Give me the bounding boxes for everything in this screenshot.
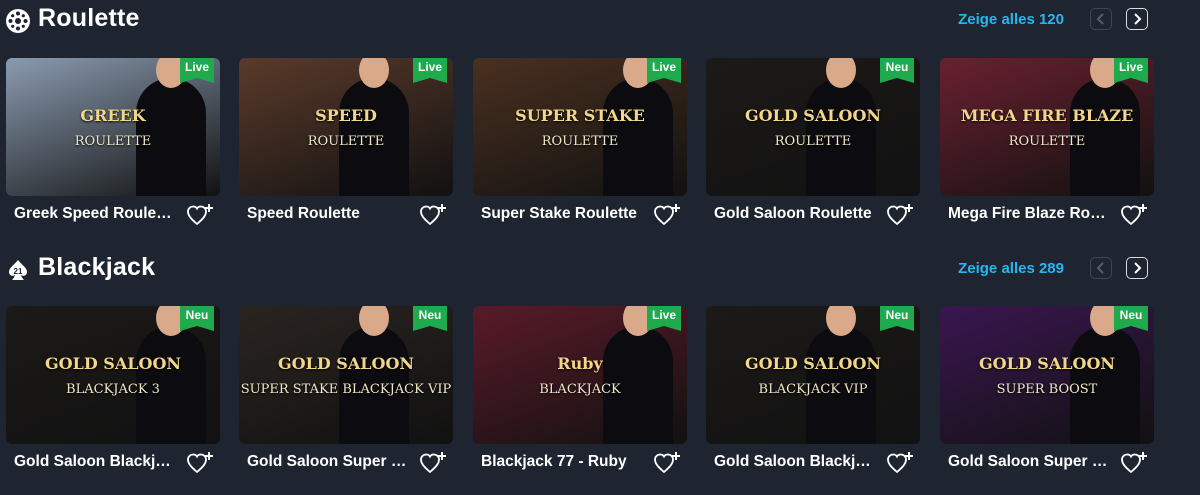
add-favorite-icon[interactable] — [653, 450, 683, 476]
game-thumbnail[interactable]: GREEK ROULETTE Live — [6, 58, 220, 196]
game-title[interactable]: Blackjack 77 - Ruby — [481, 453, 641, 471]
game-card[interactable]: MEGA FIRE BLAZE ROULETTE Live Mega Fire Bla… — [940, 58, 1154, 226]
game-card[interactable]: GREEK ROULETTE Live Greek Speed Roulette — [6, 58, 220, 226]
game-logo-subtext: ROULETTE — [1008, 134, 1086, 149]
game-logo-subtext: BLACKJACK 3 — [66, 382, 160, 397]
add-favorite-icon[interactable] — [886, 450, 916, 476]
live-badge: Live — [647, 306, 681, 331]
roulette-icon — [6, 9, 30, 33]
game-card[interactable]: Ruby BLACKJACK Live Blackjack 77 - Ruby — [473, 306, 687, 474]
game-logo-subtext: ROULETTE — [307, 134, 385, 149]
add-favorite-icon[interactable] — [653, 202, 683, 228]
dealer-head — [826, 306, 856, 336]
game-thumbnail[interactable]: GOLD SALOON BLACKJACK 3 Neu — [6, 306, 220, 444]
game-title[interactable]: Speed Roulette — [247, 205, 407, 223]
game-logo-subtext: SUPER BOOST — [996, 382, 1098, 397]
game-title[interactable]: Gold Saloon Roulette — [714, 205, 874, 223]
game-thumbnail[interactable]: SPEED ROULETTE Live — [239, 58, 453, 196]
game-card[interactable]: GOLD SALOON SUPER BOOST Neu Gold Saloon Sup… — [940, 306, 1154, 474]
game-logo-subtext: BLACKJACK VIP — [758, 382, 868, 397]
game-logo-subtext: ROULETTE — [774, 134, 852, 149]
game-logo-text: GOLD SALOON — [44, 354, 181, 373]
new-badge: Neu — [180, 306, 214, 331]
next-button[interactable] — [1126, 8, 1148, 30]
game-thumbnail[interactable]: GOLD SALOON ROULETTE Neu — [706, 58, 920, 196]
chevron-left-icon — [1096, 13, 1104, 25]
live-badge: Live — [413, 58, 447, 83]
svg-text:21: 21 — [14, 267, 23, 276]
game-thumbnail[interactable]: GOLD SALOON SUPER STAKE BLACKJACK VIP Neu — [239, 306, 453, 444]
show-all-link[interactable]: Zeige alles 120 — [958, 11, 1064, 28]
game-title[interactable]: Super Stake Roulette — [481, 205, 641, 223]
dealer-head — [359, 306, 389, 336]
game-logo-text: GOLD SALOON — [744, 106, 881, 125]
add-favorite-icon[interactable] — [186, 202, 216, 228]
game-card[interactable]: GOLD SALOON BLACKJACK VIP Neu Gold Saloon B… — [706, 306, 920, 474]
add-favorite-icon[interactable] — [186, 450, 216, 476]
game-card[interactable]: SPEED ROULETTE Live Speed Roulette — [239, 58, 453, 226]
new-badge: Neu — [1114, 306, 1148, 331]
add-favorite-icon[interactable] — [1120, 202, 1150, 228]
new-badge: Neu — [880, 306, 914, 331]
live-badge: Live — [1114, 58, 1148, 83]
roulette-section: Roulette Zeige alles 120 — [0, 0, 1200, 40]
blackjack-icon: 21 — [6, 258, 30, 282]
game-card[interactable]: GOLD SALOON BLACKJACK 3 Neu Gold Saloon Bla… — [6, 306, 220, 474]
game-logo-subtext: SUPER STAKE BLACKJACK VIP — [240, 382, 452, 397]
add-favorite-icon[interactable] — [419, 450, 449, 476]
game-logo-text: MEGA FIRE BLAZE — [960, 106, 1134, 125]
game-logo-text: GOLD SALOON — [277, 354, 414, 373]
chevron-left-icon — [1096, 262, 1104, 274]
game-logo-text: GOLD SALOON — [744, 354, 881, 373]
section-header: 21 Blackjack Zeige alles 289 — [0, 249, 1200, 289]
live-badge: Live — [647, 58, 681, 83]
game-title[interactable]: Gold Saloon Super Boost — [948, 453, 1108, 471]
game-card[interactable]: GOLD SALOON ROULETTE Neu Gold Saloon Roulet… — [706, 58, 920, 226]
show-all-link[interactable]: Zeige alles 289 — [958, 260, 1064, 277]
new-badge: Neu — [413, 306, 447, 331]
game-title[interactable]: Mega Fire Blaze Roulette — [948, 205, 1108, 223]
prev-button[interactable] — [1090, 257, 1112, 279]
game-logo-subtext: ROULETTE — [541, 134, 619, 149]
game-title[interactable]: Gold Saloon Super Stake Blackjack VIP — [247, 453, 407, 471]
next-button[interactable] — [1126, 257, 1148, 279]
add-favorite-icon[interactable] — [1120, 450, 1150, 476]
dealer-head — [826, 58, 856, 88]
game-logo-subtext: ROULETTE — [74, 134, 152, 149]
add-favorite-icon[interactable] — [419, 202, 449, 228]
new-badge: Neu — [880, 58, 914, 83]
dealer-head — [359, 58, 389, 88]
game-title[interactable]: Gold Saloon Blackjack 3 — [14, 453, 174, 471]
blackjack-section: 21 Blackjack Zeige alles 289 — [0, 249, 1200, 289]
add-favorite-icon[interactable] — [886, 202, 916, 228]
game-thumbnail[interactable]: MEGA FIRE BLAZE ROULETTE Live — [940, 58, 1154, 196]
chevron-right-icon — [1134, 13, 1142, 25]
game-card[interactable]: SUPER STAKE ROULETTE Live Super Stake Roule… — [473, 58, 687, 226]
section-title: Roulette — [38, 4, 140, 32]
game-title[interactable]: Greek Speed Roulette — [14, 205, 174, 223]
game-logo-text: SUPER STAKE — [515, 106, 645, 125]
game-logo-subtext: BLACKJACK — [539, 382, 621, 397]
prev-button[interactable] — [1090, 8, 1112, 30]
game-logo-text: GOLD SALOON — [978, 354, 1115, 373]
game-logo-text: GREEK — [80, 106, 146, 125]
game-thumbnail[interactable]: GOLD SALOON BLACKJACK VIP Neu — [706, 306, 920, 444]
game-thumbnail[interactable]: GOLD SALOON SUPER BOOST Neu — [940, 306, 1154, 444]
game-thumbnail[interactable]: Ruby BLACKJACK Live — [473, 306, 687, 444]
game-card[interactable]: GOLD SALOON SUPER STAKE BLACKJACK VIP Neu G… — [239, 306, 453, 474]
section-header: Roulette Zeige alles 120 — [0, 0, 1200, 40]
game-logo-text: Ruby — [557, 354, 603, 373]
chevron-right-icon — [1134, 262, 1142, 274]
game-thumbnail[interactable]: SUPER STAKE ROULETTE Live — [473, 58, 687, 196]
live-badge: Live — [180, 58, 214, 83]
game-logo-text: SPEED — [315, 106, 377, 125]
game-title[interactable]: Gold Saloon Blackjack VIP — [714, 453, 874, 471]
section-title: Blackjack — [38, 253, 156, 281]
